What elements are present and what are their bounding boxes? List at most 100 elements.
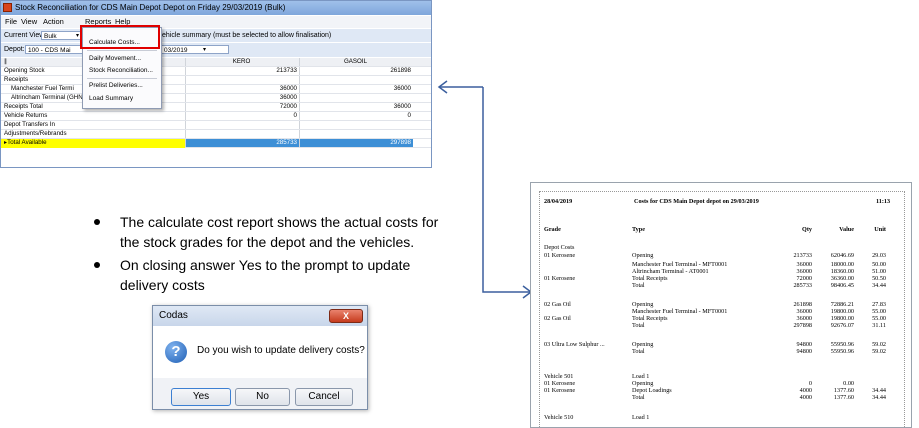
value-cell: 19800.00 (830, 308, 854, 315)
update-costs-dialog: Codas X ? Do you wish to update delivery… (152, 305, 368, 410)
qty-cell: 36000 (796, 268, 812, 275)
value-cell: 36360.00 (830, 275, 854, 282)
menu-item-stock-reconciliation[interactable]: Stock Reconciliation... (83, 65, 159, 77)
unit-cell: 59.02 (872, 348, 886, 355)
unit-cell: 29.03 (872, 252, 886, 259)
grade-cell: 01 Kerosene (544, 387, 576, 394)
type-cell: Total Receipts (632, 275, 668, 282)
value-cell: 0.00 (843, 380, 854, 387)
depot-select[interactable]: 100 - CDS Mai (25, 45, 83, 54)
yes-button[interactable]: Yes (171, 388, 231, 406)
kero-cell: 213733 (185, 67, 299, 75)
menu-item-load-summary[interactable]: Load Summary (83, 93, 159, 105)
table-row[interactable]: Receipts (1, 76, 431, 85)
menu-file[interactable]: File (5, 16, 17, 28)
report-title: Costs for CDS Main Depot depot on 29/03/… (634, 198, 759, 205)
stock-reconciliation-window: Stock Reconciliation for CDS Main Depot … (0, 0, 432, 168)
qty-cell: 297898 (793, 322, 812, 329)
type-cell: Total (632, 348, 645, 355)
grid-header-kero[interactable]: KERO (185, 58, 299, 66)
table-row[interactable]: Vehicle Returns 0 0 (1, 112, 431, 121)
gasoil-cell: 297898 (299, 139, 413, 147)
gasoil-cell: 261898 (299, 67, 413, 75)
report-date: 28/04/2019 (544, 198, 573, 205)
table-row[interactable]: Opening Stock 213733 261898 (1, 67, 431, 76)
current-view-value: Bulk (44, 33, 57, 40)
grade-cell: 01 Kerosene (544, 380, 576, 387)
qty-cell: 36000 (796, 308, 812, 315)
depot-value: 100 - CDS Mai (28, 47, 71, 54)
unit-cell: 31.11 (872, 322, 886, 329)
costs-report: 28/04/2019 Costs for CDS Main Depot depo… (530, 182, 912, 428)
type-cell: Opening (632, 341, 654, 348)
current-view-select[interactable]: Bulk ▾ (41, 31, 81, 40)
col-header-type: Type (632, 226, 645, 233)
cancel-button[interactable]: Cancel (295, 388, 353, 406)
table-row[interactable]: Depot Transfers In (1, 121, 431, 130)
menu-divider (87, 50, 157, 51)
value-cell: 72886.21 (830, 301, 854, 308)
arrowhead-left-icon (437, 80, 448, 94)
menu-item-daily-movement[interactable]: Daily Movement... (83, 53, 159, 65)
qty-cell: 261898 (793, 301, 812, 308)
menu-view[interactable]: View (21, 16, 37, 28)
report-section-title: Depot Costs (544, 244, 575, 251)
grid-header-gasoil[interactable]: GASOIL (299, 58, 413, 66)
type-cell: Total (632, 282, 645, 289)
dialog-message: Do you wish to update delivery costs? (197, 345, 365, 356)
qty-cell: 4000 (799, 394, 812, 401)
grid-header-row: ∥ KERO GASOIL (1, 58, 431, 67)
value-cell: 55950.96 (830, 348, 854, 355)
value-cell: 98406.45 (830, 282, 854, 289)
unit-cell: 34.44 (872, 394, 886, 401)
chevron-down-icon: ▾ (75, 33, 79, 39)
date-select[interactable]: 03/2019 ▾ (161, 45, 229, 54)
unit-cell: 34.44 (872, 387, 886, 394)
current-view-label: Current View: (4, 32, 47, 39)
kero-cell (185, 130, 299, 138)
close-icon[interactable]: X (329, 309, 363, 323)
qty-cell: 94800 (796, 341, 812, 348)
bullet-item: The calculate cost report shows the actu… (92, 212, 452, 252)
col-header-unit: Unit (874, 226, 886, 233)
type-cell: Manchester Fuel Terminal - MFT0001 (632, 261, 728, 268)
dialog-title: Codas (159, 310, 188, 321)
report-page: 28/04/2019 Costs for CDS Main Depot depo… (539, 191, 905, 427)
kero-cell: 0 (185, 112, 299, 120)
vehicle-summary-hint: ehicle summary (must be selected to allo… (162, 32, 332, 39)
value-cell: 92676.07 (830, 322, 854, 329)
app-icon (3, 3, 12, 12)
window-titlebar: Stock Reconciliation for CDS Main Depot … (1, 1, 431, 15)
gasoil-cell (299, 76, 413, 84)
table-row[interactable]: Receipts Total 72000 36000 (1, 103, 431, 112)
value-cell: 55950.96 (830, 341, 854, 348)
menu-item-prelist-deliveries[interactable]: Prelist Deliveries... (83, 80, 159, 92)
no-button[interactable]: No (235, 388, 290, 406)
value-cell: 1377.60 (833, 387, 854, 394)
gasoil-cell: 0 (299, 112, 413, 120)
highlight-box (80, 25, 160, 49)
report-time: 11:13 (876, 198, 891, 205)
value-cell: 1377.60 (833, 394, 854, 401)
unit-cell: 34.44 (872, 282, 886, 289)
menu-action[interactable]: Action (43, 16, 64, 28)
arrow-to-report (482, 87, 530, 293)
type-cell: Load 1 (632, 373, 650, 380)
bullet-dot-icon (94, 219, 100, 225)
instruction-bullets: The calculate cost report shows the actu… (92, 212, 452, 298)
dialog-body: ? Do you wish to update delivery costs? (153, 326, 367, 378)
table-row[interactable]: Manchester Fuel Termi 36000 36000 (1, 85, 431, 94)
qty-cell: 213733 (793, 252, 812, 259)
grade-cell: Vehicle 501 (544, 373, 574, 380)
type-cell: Total (632, 394, 645, 401)
kero-cell: 285733 (185, 139, 299, 147)
qty-cell: 72000 (796, 275, 812, 282)
grade-cell: 01 Kerosene (544, 252, 576, 259)
table-row[interactable]: Adjustments/Rebrands (1, 130, 431, 139)
type-cell: Opening (632, 380, 654, 387)
qty-cell: 0 (808, 380, 812, 387)
type-cell: Opening (632, 252, 654, 259)
unit-cell: 55.00 (872, 308, 886, 315)
table-row-total-available[interactable]: ▸Total Available 285733 297898 (1, 139, 431, 148)
table-row[interactable]: Altrincham Terminal (GHN: AT0001) 36000 (1, 94, 431, 103)
